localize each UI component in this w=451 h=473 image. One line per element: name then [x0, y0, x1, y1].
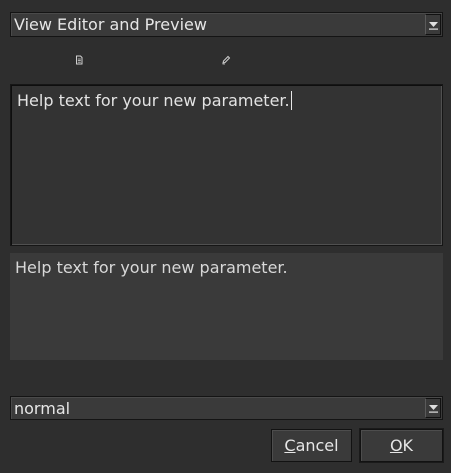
file-icon[interactable] [73, 54, 85, 66]
text-caret [290, 91, 292, 110]
severity-dropdown[interactable]: normal [10, 396, 443, 420]
view-mode-value: View Editor and Preview [14, 15, 207, 34]
help-text-editor[interactable]: Help text for your new parameter. [10, 84, 443, 246]
help-text-preview-content: Help text for your new parameter. [15, 258, 288, 277]
help-text-editor-value: Help text for your new parameter. [17, 91, 290, 110]
cancel-mnemonic: C [284, 436, 296, 455]
help-text-dialog: View Editor and Preview Help text for yo… [0, 0, 451, 473]
help-text-editor-content: Help text for your new parameter. [17, 90, 292, 112]
ok-mnemonic: O [389, 436, 403, 455]
chevron-down-icon [429, 22, 438, 30]
cancel-label: ancel [295, 436, 339, 455]
ok-button[interactable]: OK [360, 429, 443, 462]
help-text-preview: Help text for your new parameter. [10, 253, 443, 360]
view-mode-dropdown-button[interactable] [425, 14, 441, 35]
edit-icon[interactable] [220, 54, 232, 66]
severity-dropdown-button[interactable] [425, 398, 441, 418]
cancel-button[interactable]: Cancel [271, 429, 352, 462]
severity-value: normal [14, 399, 71, 418]
view-mode-dropdown[interactable]: View Editor and Preview [10, 12, 443, 37]
chevron-down-icon [429, 405, 438, 413]
ok-label: K [402, 436, 414, 455]
